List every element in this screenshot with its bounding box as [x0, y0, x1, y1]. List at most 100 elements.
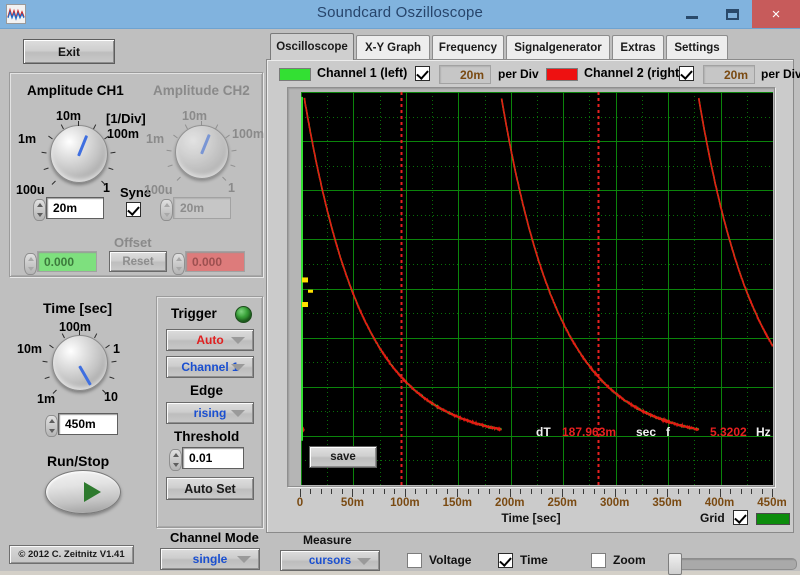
x-axis-minor-tick [657, 489, 658, 494]
maximize-icon [726, 9, 739, 20]
threshold-spinner[interactable] [169, 449, 182, 471]
minimize-button[interactable] [672, 0, 712, 28]
tab-label: Settings [674, 42, 719, 54]
x-axis-tick-label: 150m [443, 497, 472, 509]
minimize-icon [686, 16, 698, 19]
x-axis-major-tick [352, 489, 353, 497]
zoom-label: Zoom [613, 553, 646, 567]
x-axis-minor-tick [583, 489, 584, 494]
channel-mode-select[interactable]: single [160, 548, 260, 570]
amplitude-ch1-value[interactable]: 20m [46, 197, 104, 219]
time-mark-1m: 1m [37, 392, 55, 406]
knob-tick [168, 165, 173, 167]
tab-signalgenerator[interactable]: Signalgenerator [506, 35, 610, 59]
time-value[interactable]: 450m [58, 413, 118, 435]
x-axis-tick-label: 200m [495, 497, 524, 509]
channel-1-label: Channel 1 (left) [317, 66, 407, 80]
title-bar: Soundcard Oszilloscope × [0, 0, 800, 29]
app-window: Soundcard Oszilloscope × Exit Amplitude … [0, 0, 800, 571]
trigger-marker-icon [302, 302, 308, 307]
channel-2-enable-checkbox[interactable] [679, 66, 694, 81]
trigger-title: Trigger [171, 306, 217, 321]
channel-mode-label: Channel Mode [170, 530, 259, 545]
knob-tick [44, 376, 49, 378]
trigger-edge-select[interactable]: rising [166, 402, 254, 424]
time-value-spinner[interactable] [45, 415, 58, 437]
x-axis-major-tick [457, 489, 458, 497]
sync-checkbox[interactable] [126, 202, 141, 217]
zoom-slider-thumb[interactable] [668, 553, 682, 575]
threshold-label: Threshold [174, 429, 239, 444]
measure-mode-select[interactable]: cursors [280, 550, 380, 571]
trigger-mode-select[interactable]: Auto [166, 329, 254, 351]
time-mark-10m: 10m [17, 342, 42, 356]
trigger-marker-icon [308, 290, 313, 293]
channel-2-per-div-label: per Div [761, 67, 800, 81]
x-axis-minor-tick [394, 489, 395, 494]
grid-color-swatch[interactable] [756, 513, 790, 525]
trigger-group: Trigger Auto Channel 1 Edge rising Thres… [156, 296, 263, 528]
knob-tick [53, 389, 57, 393]
chevron-down-icon [237, 556, 251, 563]
ch2-value-spinner [160, 199, 173, 221]
x-axis-minor-tick [520, 489, 521, 494]
exit-button[interactable]: Exit [23, 39, 115, 64]
trigger-edge-value: rising [194, 406, 227, 420]
knob-tick [185, 125, 188, 130]
amplitude-ch1-knob[interactable] [50, 125, 108, 183]
zoom-slider-track[interactable] [669, 558, 797, 570]
chevron-down-icon [231, 410, 245, 417]
knob-tick [230, 165, 235, 167]
tab-extras[interactable]: Extras [612, 35, 664, 59]
x-axis-major-tick [720, 489, 721, 497]
channel-1-enable-checkbox[interactable] [415, 66, 430, 81]
offset-ch1-value: 0.000 [37, 251, 97, 272]
time-knob[interactable] [52, 335, 108, 391]
knob-tick [167, 150, 172, 152]
amplitude-ch2-title: Amplitude CH2 [153, 83, 250, 98]
x-axis-minor-tick [363, 489, 364, 494]
tab-x-y-graph[interactable]: X-Y Graph [356, 35, 430, 59]
zoom-checkbox[interactable] [591, 553, 606, 568]
x-axis-minor-tick [741, 489, 742, 494]
maximize-button[interactable] [712, 0, 752, 28]
offset-label: Offset [114, 235, 152, 250]
x-axis-major-tick [772, 489, 773, 497]
x-axis-tick-label: 350m [652, 497, 681, 509]
tab-label: Extras [620, 42, 655, 54]
tab-frequency[interactable]: Frequency [432, 35, 504, 59]
channel-2-color-swatch [546, 68, 578, 81]
time-checkbox[interactable] [498, 553, 513, 568]
close-button[interactable]: × [752, 0, 800, 28]
voltage-checkbox[interactable] [407, 553, 422, 568]
x-axis-minor-tick [573, 489, 574, 494]
ch1-value-spinner[interactable] [33, 199, 46, 221]
tab-label: Oscilloscope [276, 41, 348, 53]
channel-2-per-div-value[interactable]: 20m [703, 65, 755, 84]
offset-reset-button[interactable]: Reset [109, 251, 167, 272]
knob-tick [49, 345, 54, 349]
tab-label: Signalgenerator [514, 42, 602, 54]
oscilloscope-graph[interactable]: save dT 187.963m sec f 5.3202 Hz [287, 87, 775, 487]
channel-1-per-div-value[interactable]: 20m [439, 65, 491, 84]
threshold-value[interactable]: 0.01 [182, 447, 244, 469]
dt-unit: sec [636, 425, 656, 439]
knob-tick [79, 330, 80, 335]
x-axis-minor-tick [636, 489, 637, 494]
trigger-source-select[interactable]: Channel 1 [166, 356, 254, 378]
grid-checkbox[interactable] [733, 510, 748, 525]
x-axis-minor-tick [321, 489, 322, 494]
amplitude-ch2-knob[interactable] [175, 125, 229, 179]
run-stop-button[interactable] [45, 470, 121, 514]
edge-label: Edge [190, 383, 223, 398]
runstop-label: Run/Stop [47, 453, 109, 469]
tab-oscilloscope[interactable]: Oscilloscope [270, 33, 354, 60]
close-icon: × [772, 7, 781, 22]
tab-settings[interactable]: Settings [666, 35, 728, 59]
knob-tick [225, 135, 230, 139]
save-button[interactable]: save [309, 446, 377, 468]
x-axis-major-tick [405, 489, 406, 497]
amplitude-ch1-title: Amplitude CH1 [27, 83, 124, 98]
channel-1-color-swatch [279, 68, 311, 81]
auto-set-button[interactable]: Auto Set [166, 477, 254, 500]
